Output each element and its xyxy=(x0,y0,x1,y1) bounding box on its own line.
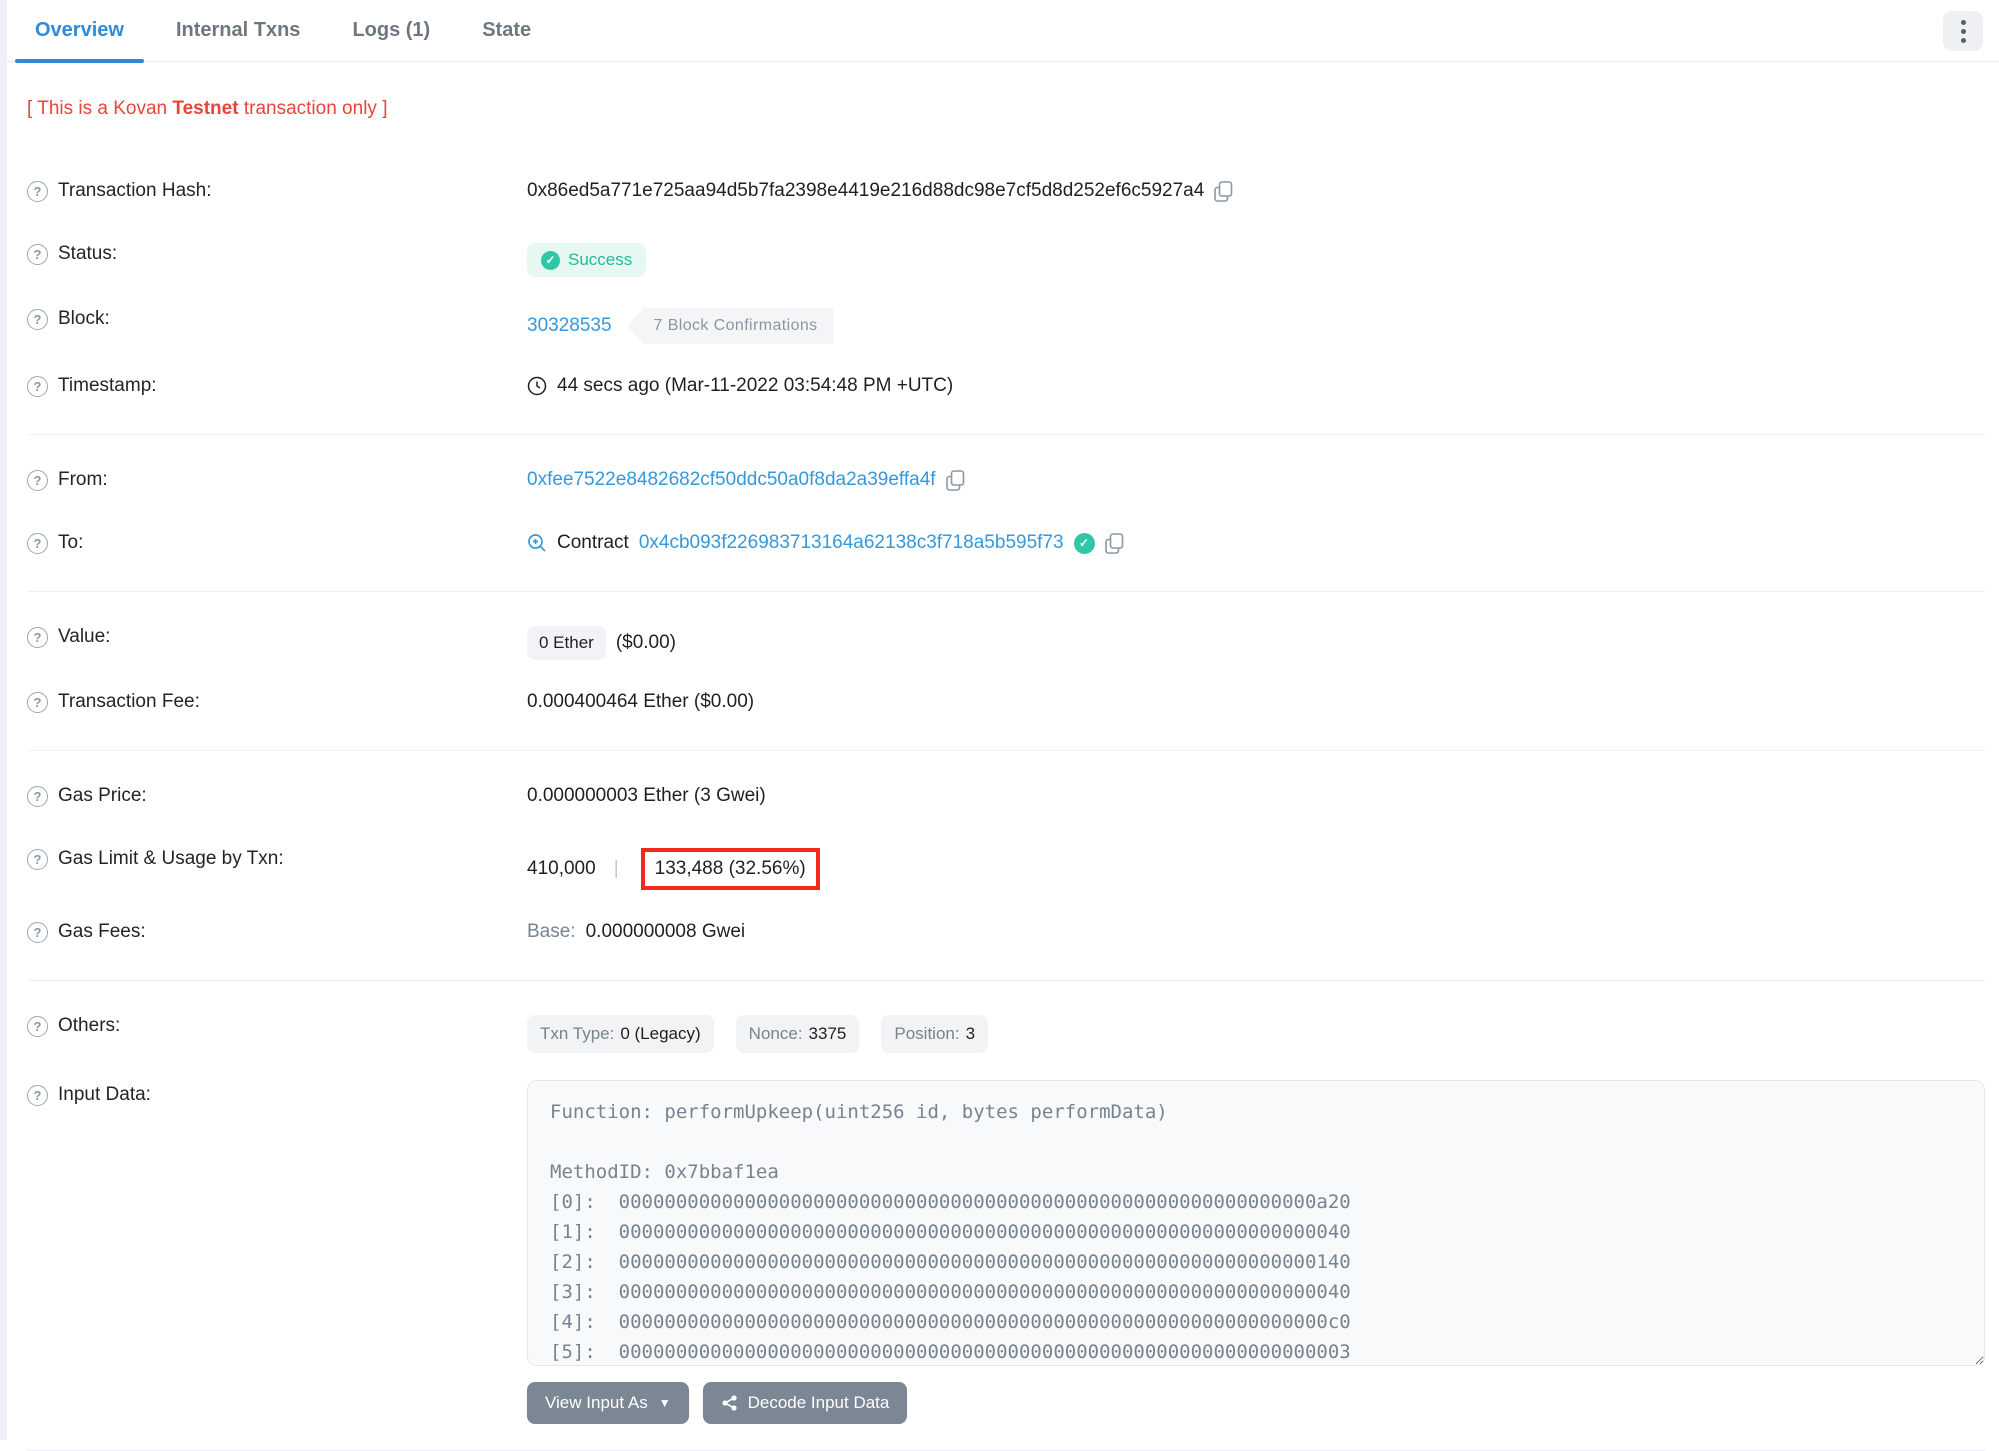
decode-icon xyxy=(721,1394,739,1412)
more-options-button[interactable] xyxy=(1943,11,1983,51)
copy-hash-icon[interactable] xyxy=(1214,180,1233,202)
section-divider xyxy=(27,591,1985,592)
section-divider xyxy=(27,434,1985,435)
timestamp-label: ? Timestamp: xyxy=(27,371,527,397)
input-data-label: ? Input Data: xyxy=(27,1080,527,1106)
page-background-edge xyxy=(0,0,7,1440)
transaction-details-card: Overview Internal Txns Logs (1) State [ … xyxy=(7,0,1999,1451)
row-status: ? Status: ✓ Success xyxy=(27,239,1985,277)
kebab-icon xyxy=(1960,19,1966,25)
tab-state[interactable]: State xyxy=(456,0,557,61)
section-divider xyxy=(27,980,1985,981)
testnet-notice-suffix: transaction only ] xyxy=(238,98,388,119)
help-icon[interactable]: ? xyxy=(27,785,48,807)
row-transaction-hash: ? Transaction Hash: 0x86ed5a771e725aa94d… xyxy=(27,176,1985,212)
txn-type-badge: Txn Type: 0 (Legacy) xyxy=(527,1015,714,1053)
help-icon[interactable]: ? xyxy=(27,243,48,265)
row-input-data: ? Input Data: Function: performUpkeep(ui… xyxy=(27,1080,1985,1366)
help-icon[interactable]: ? xyxy=(27,375,48,397)
testnet-notice-bold: Testnet xyxy=(172,98,239,119)
help-icon[interactable]: ? xyxy=(27,1084,48,1106)
row-value: ? Value: 0 Ether ($0.00) xyxy=(27,622,1985,660)
check-circle-icon: ✓ xyxy=(541,250,560,270)
tab-bar: Overview Internal Txns Logs (1) State xyxy=(7,0,1999,63)
tab-overview[interactable]: Overview xyxy=(9,0,150,63)
to-contract-prefix: Contract xyxy=(557,532,629,553)
others-label: ? Others: xyxy=(27,1011,527,1037)
verified-contract-check-icon: ✓ xyxy=(1073,532,1095,554)
nonce-badge: Nonce: 3375 xyxy=(735,1015,860,1053)
value-usd: ($0.00) xyxy=(615,632,677,653)
decode-input-data-button[interactable]: Decode Input Data xyxy=(702,1382,908,1424)
help-icon[interactable]: ? xyxy=(27,469,48,491)
copy-to-address-icon[interactable] xyxy=(1104,532,1124,554)
row-from: ? From: 0xfee7522e8482682cf50ddc50a0f8da… xyxy=(27,465,1985,501)
gas-usage-highlight: 133,488 (32.56%) xyxy=(640,848,820,890)
block-number-link[interactable]: 30328535 xyxy=(527,315,612,337)
help-icon[interactable]: ? xyxy=(27,308,48,330)
status-label: ? Status: xyxy=(27,239,527,265)
timestamp-value: 44 secs ago (Mar-11-2022 03:54:48 PM +UT… xyxy=(557,375,954,396)
block-confirmations-badge: 7 Block Confirmations xyxy=(627,308,834,344)
testnet-notice-prefix: [ This is a Kovan xyxy=(27,98,173,119)
gas-separator: | xyxy=(613,858,619,879)
input-data-actions: View Input As ▼ Decode Input Data xyxy=(527,1382,1985,1424)
block-label: ? Block: xyxy=(27,304,527,330)
gas-fees-base-value: 0.000000008 Gwei xyxy=(585,921,746,942)
clock-icon xyxy=(527,376,547,396)
help-icon[interactable]: ? xyxy=(27,532,48,554)
help-icon[interactable]: ? xyxy=(27,848,48,870)
to-address-link[interactable]: 0x4cb093f226983713164a62138c3f718a5b595f… xyxy=(639,532,1064,554)
row-gas-fees: ? Gas Fees: Base: 0.000000008 Gwei xyxy=(27,917,1985,953)
row-timestamp: ? Timestamp: 44 secs ago (Mar-11-2022 03… xyxy=(27,371,1985,407)
row-block: ? Block: 30328535 7 Block Confirmations xyxy=(27,304,1985,344)
row-to: ? To: Contract 0x4cb093f226983713164a621… xyxy=(27,528,1985,564)
section-divider xyxy=(27,750,1985,751)
to-label: ? To: xyxy=(27,528,527,554)
transaction-fee-label: ? Transaction Fee: xyxy=(27,687,527,713)
gas-usage-value: 133,488 (32.56%) xyxy=(654,858,806,879)
value-ether-badge: 0 Ether xyxy=(527,626,606,660)
transaction-hash-value: 0x86ed5a771e725aa94d5b7fa2398e4419e216d8… xyxy=(527,180,1205,201)
position-badge: Position: 3 xyxy=(881,1015,989,1053)
gas-fees-base-label: Base: xyxy=(527,921,576,942)
transaction-hash-label: ? Transaction Hash: xyxy=(27,176,527,202)
tab-logs[interactable]: Logs (1) xyxy=(326,0,456,61)
row-gas-price: ? Gas Price: 0.000000003 Ether (3 Gwei) xyxy=(27,781,1985,817)
status-badge: ✓ Success xyxy=(527,243,647,277)
transaction-fee-value: 0.000400464 Ether ($0.00) xyxy=(527,691,755,712)
testnet-notice: [ This is a Kovan Testnet transaction on… xyxy=(27,98,1999,120)
chevron-down-icon: ▼ xyxy=(658,1396,671,1410)
view-input-as-button[interactable]: View Input As ▼ xyxy=(527,1382,689,1424)
zoom-in-icon[interactable] xyxy=(527,533,547,553)
help-icon[interactable]: ? xyxy=(27,180,48,202)
gas-fees-label: ? Gas Fees: xyxy=(27,917,527,943)
help-icon[interactable]: ? xyxy=(27,921,48,943)
tab-internal-txns[interactable]: Internal Txns xyxy=(150,0,326,61)
gas-price-value: 0.000000003 Ether (3 Gwei) xyxy=(527,785,766,806)
row-gas-limit-usage: ? Gas Limit & Usage by Txn: 410,000 | 13… xyxy=(27,844,1985,890)
gas-price-label: ? Gas Price: xyxy=(27,781,527,807)
row-transaction-fee: ? Transaction Fee: 0.000400464 Ether ($0… xyxy=(27,687,1985,723)
help-icon[interactable]: ? xyxy=(27,1015,48,1037)
help-icon[interactable]: ? xyxy=(27,691,48,713)
gas-limit-usage-label: ? Gas Limit & Usage by Txn: xyxy=(27,844,527,870)
help-icon[interactable]: ? xyxy=(27,626,48,648)
from-address-link[interactable]: 0xfee7522e8482682cf50ddc50a0f8da2a39effa… xyxy=(527,469,936,491)
row-others: ? Others: Txn Type: 0 (Legacy) Nonce: 33… xyxy=(27,1011,1985,1053)
copy-from-address-icon[interactable] xyxy=(945,469,965,491)
from-label: ? From: xyxy=(27,465,527,491)
gas-limit-value: 410,000 xyxy=(527,858,596,879)
value-label: ? Value: xyxy=(27,622,527,648)
input-data-textarea[interactable]: Function: performUpkeep(uint256 id, byte… xyxy=(527,1080,1985,1366)
